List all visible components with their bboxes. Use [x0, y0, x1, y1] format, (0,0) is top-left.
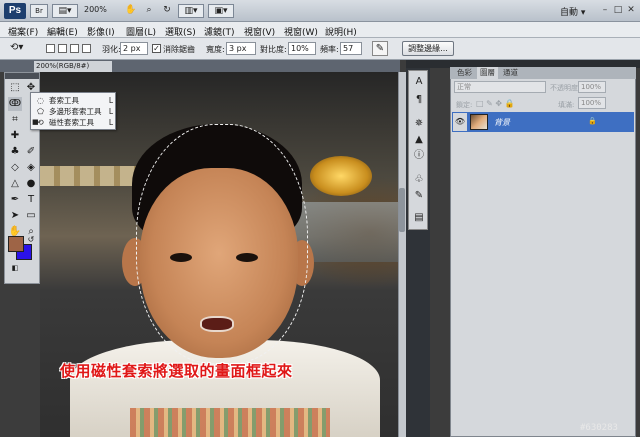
rotate-view-icon[interactable]: ↻ [160, 4, 174, 18]
frequency-input[interactable]: 57 [340, 42, 362, 55]
canvas-vertical-scrollbar[interactable] [398, 72, 406, 437]
frequency-label: 頻率: [320, 45, 339, 54]
polygonal-lasso-icon: ⬠ [37, 107, 44, 116]
workspace-switcher[interactable]: 自動 ▾ [560, 5, 585, 18]
watermark: #630283 [580, 423, 618, 433]
tab-layers[interactable]: 圖層 [477, 67, 498, 79]
zoom-tool-icon[interactable]: ⌕ [142, 4, 156, 18]
menu-view[interactable]: 視窗(V) [244, 25, 275, 38]
layer-lock-icon: 🔒 [588, 117, 597, 125]
tab-channels[interactable]: 通道 [500, 67, 521, 79]
flyout-item-magnetic-lasso[interactable]: ■ ⟲ 磁性套索工具 L [32, 117, 115, 128]
new-selection-icon[interactable] [46, 44, 55, 53]
arrange-documents-button[interactable]: ▥▾ [178, 4, 204, 18]
info-panel-icon[interactable]: ⓘ [412, 149, 426, 163]
marching-ants-selection [136, 124, 308, 364]
magnetic-lasso-preset-icon[interactable]: ⟲▾ [10, 42, 23, 53]
tab-color[interactable]: 色彩 [454, 67, 475, 79]
restore-button[interactable]: □ [611, 4, 625, 17]
magnetic-lasso-icon: ⟲ [37, 118, 44, 127]
foreground-color-swatch[interactable] [8, 236, 24, 252]
feather-label: 羽化: [102, 45, 121, 54]
paint-bucket-icon[interactable]: ◈ [24, 161, 38, 175]
lasso-tool-flyout: ◌ 套索工具 L ⬠ 多邊形套索工具 L ■ ⟲ 磁性套索工具 L [30, 92, 116, 130]
opacity-input[interactable]: 100% [578, 81, 606, 93]
lock-label: 鎖定: [456, 101, 473, 109]
screen-mode-button[interactable]: ▣▾ [208, 4, 234, 18]
menu-help[interactable]: 說明(H) [325, 25, 357, 38]
default-colors-icon[interactable]: ◧ [8, 261, 22, 275]
collapsed-panels-dock: A ¶ ✵ ▲ ⓘ ♧ ✎ ▤ [408, 70, 428, 230]
path-selection-icon[interactable]: ➤ [8, 209, 22, 223]
menu-filter[interactable]: 濾鏡(T) [204, 25, 235, 38]
layer-thumbnail [470, 114, 488, 130]
feather-input[interactable]: 2 px [120, 42, 148, 55]
eraser-tool-icon[interactable]: ◇ [8, 161, 22, 175]
fill-input[interactable]: 100% [578, 97, 606, 109]
healing-tool-icon[interactable]: ✚ [8, 129, 22, 143]
pen-tool-icon[interactable]: ✒ [8, 193, 22, 207]
width-input[interactable]: 3 px [226, 42, 256, 55]
photoshop-logo: Ps [4, 3, 26, 19]
pen-pressure-icon[interactable]: ✎ [372, 41, 388, 56]
background-lamp [310, 156, 372, 196]
menu-window[interactable]: 視窗(W) [284, 25, 318, 38]
shirt-print [130, 408, 330, 437]
blend-mode-select[interactable]: 正常 [454, 81, 546, 93]
antialias-checkbox[interactable]: ✓ [152, 44, 161, 53]
clone-source-panel-icon[interactable]: ♧ [412, 173, 426, 187]
flyout-item-lasso[interactable]: ◌ 套索工具 L [33, 95, 115, 106]
lasso-icon: ◌ [37, 96, 44, 105]
blur-tool-icon[interactable]: △ [8, 177, 22, 191]
close-button[interactable]: ✕ [624, 4, 638, 17]
tools-panel-header[interactable] [5, 73, 39, 79]
intersect-selection-icon[interactable] [82, 44, 91, 53]
menu-layer[interactable]: 圖層(L) [126, 25, 156, 38]
contrast-input[interactable]: 10% [288, 42, 316, 55]
subtract-from-selection-icon[interactable] [70, 44, 79, 53]
shape-tool-icon[interactable]: ▭ [24, 209, 38, 223]
stamp-tool-icon[interactable]: ♣ [8, 145, 22, 159]
menu-edit[interactable]: 編輯(E) [47, 25, 78, 38]
histogram-panel-icon[interactable]: ▲ [412, 133, 426, 147]
brushes-panel-icon[interactable]: ✎ [412, 189, 426, 203]
dodge-tool-icon[interactable]: ● [24, 177, 38, 191]
zoom-level[interactable]: 200% [84, 5, 107, 14]
antialias-label: 消除鋸齒 [163, 45, 195, 54]
document-tab[interactable]: 200%(RGB/8#) [34, 61, 112, 72]
lock-icons[interactable]: □ ✎ ✥ 🔒 [476, 99, 515, 108]
marquee-tool-icon[interactable]: ⬚ [8, 81, 22, 95]
fill-label: 填滿: [558, 101, 575, 109]
lasso-tool-icon[interactable]: ↂ [8, 97, 22, 111]
contrast-label: 對比度: [260, 45, 287, 54]
width-label: 寬度: [206, 45, 225, 54]
refine-edge-button[interactable]: 調整邊緣... [402, 41, 454, 56]
paragraph-panel-icon[interactable]: ¶ [412, 93, 426, 107]
crop-tool-icon[interactable]: ⌗ [8, 113, 22, 127]
menu-select[interactable]: 選取(S) [165, 25, 196, 38]
character-panel-icon[interactable]: A [412, 75, 426, 89]
opacity-label: 不透明度: [550, 84, 581, 92]
actions-panel-icon[interactable]: ▤ [412, 211, 426, 225]
flyout-item-polygonal-lasso[interactable]: ⬠ 多邊形套索工具 L [33, 106, 115, 117]
scrollbar-thumb[interactable] [399, 188, 405, 232]
tutorial-caption: 使用磁性套索將選取的畫面框起來 [60, 362, 293, 380]
add-to-selection-icon[interactable] [58, 44, 67, 53]
type-tool-icon[interactable]: T [24, 193, 38, 207]
history-brush-icon[interactable]: ✐ [24, 145, 38, 159]
hand-tool-icon[interactable]: ✋ [124, 4, 138, 18]
menu-file[interactable]: 檔案(F) [8, 25, 38, 38]
menu-image[interactable]: 影像(I) [87, 25, 115, 38]
layer-visibility-eye-icon[interactable]: 👁 [453, 113, 467, 131]
view-extras-button[interactable]: ▤▾ [52, 4, 78, 18]
minimize-button[interactable]: – [598, 4, 612, 17]
navigator-panel-icon[interactable]: ✵ [412, 117, 426, 131]
layer-name[interactable]: 背景 [494, 117, 510, 128]
bridge-button[interactable]: Br [30, 4, 48, 18]
